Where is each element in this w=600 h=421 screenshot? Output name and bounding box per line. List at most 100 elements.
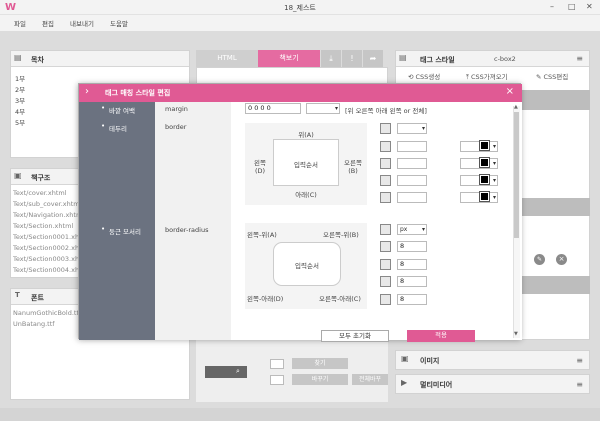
border-top-width[interactable] [397,141,427,152]
border-all-style-select[interactable]: ▾ [397,123,427,134]
edit-style-icon[interactable]: ✎ [534,254,545,265]
media-icon: ▶ [401,378,408,387]
toc-item[interactable]: 2부 [15,84,25,94]
border-right-icon [380,158,391,169]
scroll-up-icon[interactable]: ▲ [514,104,518,110]
menu-icon[interactable]: ≡ [576,380,583,389]
radius-tl-input[interactable]: 8 [397,241,427,252]
menu-icon[interactable]: ≡ [576,356,583,365]
margin-hint: [위 오른쪽 아래 왼쪽 or 전체] [345,107,427,115]
radius-bl-icon [380,294,391,305]
radius-tr-input[interactable]: 8 [397,259,427,270]
menu-edit[interactable]: 편집 [42,18,54,28]
menu-export[interactable]: 내보내기 [70,18,94,28]
close-button[interactable]: ✕ [586,2,593,11]
bullet-icon: • [101,104,106,112]
media-panel[interactable]: 멀티미디어 ≡ [395,374,590,394]
radius-bl-input[interactable]: 8 [397,294,427,305]
tab-book-view[interactable]: 책보기 [258,50,320,67]
margin-unit-select[interactable]: ▾ [306,103,340,114]
menu-file[interactable]: 파일 [14,18,26,28]
border-left-width[interactable] [397,192,427,203]
replace-option[interactable] [270,375,284,385]
font-item[interactable]: NanumGothicBold.ttf [13,309,81,317]
bullet-icon: • [101,225,106,233]
css-import-label: CSS가져오기 [470,73,508,81]
toc-title: 목차 [11,51,189,67]
border-left-icon [380,192,391,203]
margin-label: 바깥 여백 [109,107,135,115]
find-input[interactable] [205,366,247,378]
css-import-button[interactable]: ⤒ CSS가져오기 [466,71,508,82]
border-bottom-icon [380,175,391,186]
file-item[interactable]: Text/Navigation.xhtml [13,211,84,219]
radius-tr-icon [380,259,391,270]
border-bottom-width[interactable] [397,175,427,186]
radius-br-icon [380,276,391,287]
menu-help[interactable]: 도움말 [110,18,128,28]
file-item[interactable]: Text/Section.xhtml [13,222,73,230]
file-item[interactable]: Text/cover.xhtml [13,189,67,197]
toc-item[interactable]: 4부 [15,106,25,116]
border-bottom-label: 아래(C) [295,191,317,199]
radius-br-label: 오른쪽-아래(C) [319,295,361,303]
border-top-icon [380,141,391,152]
media-panel-title: 멀티미디어 [420,381,453,389]
download-icon[interactable]: ⤓ [321,50,341,67]
menu-icon[interactable]: ≡ [576,54,583,63]
reset-all-button[interactable]: 모두 초기화 [321,330,389,342]
border-left-label: 왼쪽 (D) [254,159,266,175]
chevron-down-icon: ▾ [492,194,496,201]
dialog-close-button[interactable]: × [506,86,514,97]
minimize-button[interactable]: – [550,2,554,11]
apply-button[interactable]: 적용 [407,330,475,342]
border-right-label: 오른쪽 (B) [344,159,362,175]
chevron-down-icon: ▾ [492,177,496,184]
margin-input[interactable]: 0 0 0 0 [245,103,301,114]
property-label-column [79,102,155,340]
delete-style-icon[interactable]: × [556,254,567,265]
margin-prop: margin [165,105,188,113]
radius-prop: border-radius [165,226,209,234]
find-button[interactable]: 찾기 [292,358,348,369]
toc-item[interactable]: 5부 [15,117,25,127]
css-edit-icon: ✎ [536,73,544,81]
radius-unit-value: px [400,226,408,233]
border-top-color[interactable] [479,140,490,151]
border-left-color[interactable] [479,191,490,202]
border-right-color[interactable] [479,157,490,168]
css-edit-button[interactable]: ✎ CSS편집 [536,71,568,81]
radius-tl-label: 왼쪽-위(A) [247,231,277,239]
dialog-title: 태그 매칭 스타일 편집 [105,89,171,97]
css-create-button[interactable]: ⟲ CSS생성 [408,71,440,81]
font-item[interactable]: UnBatang.ttf [13,320,55,328]
border-all-icon [380,123,391,134]
image-panel[interactable]: 이미지 ≡ [395,350,590,370]
share-icon[interactable]: ➦ [363,50,383,67]
book-icon: ▣ [14,171,22,180]
file-item[interactable]: Text/sub_cover.xhtml [13,200,81,208]
dialog-scrollbar-thumb[interactable] [514,112,519,238]
toc-item[interactable]: 3부 [15,95,25,105]
border-right-width[interactable] [397,158,427,169]
find-option[interactable] [270,359,284,369]
maximize-button[interactable]: □ [568,2,576,11]
radius-unit-select[interactable]: px ▾ [397,224,427,235]
css-create-label: CSS생성 [415,73,441,81]
list-icon: ▤ [14,53,22,62]
tab-html[interactable]: HTML [196,50,258,67]
css-edit-label: CSS편집 [543,73,569,81]
info-icon[interactable]: ! [342,50,362,67]
image-icon: ▣ [401,354,409,363]
property-name-column [155,102,231,340]
replace-all-button[interactable]: 전체바꾸 [352,374,388,385]
scroll-down-icon[interactable]: ▼ [514,331,518,337]
status-bar [0,408,600,421]
css-create-icon: ⟲ [408,73,416,81]
toc-item[interactable]: 1부 [15,73,25,83]
border-bottom-color[interactable] [479,174,490,185]
chevron-down-icon: ▾ [421,125,425,132]
radius-br-input[interactable]: 8 [397,276,427,287]
border-label: 테두리 [109,125,127,133]
replace-button[interactable]: 바꾸기 [292,374,348,385]
